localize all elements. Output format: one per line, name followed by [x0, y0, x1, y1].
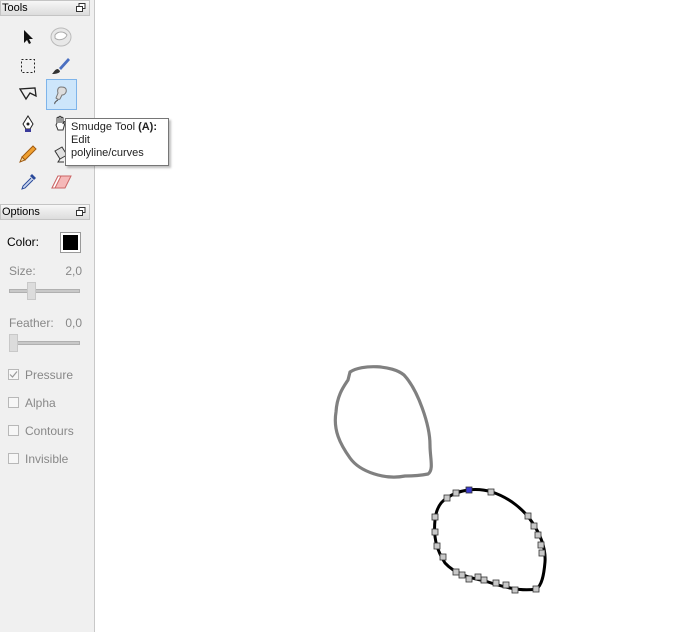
- tool-select[interactable]: [13, 23, 43, 51]
- tools-panel-header[interactable]: Tools: [0, 0, 90, 16]
- color-label: Color:: [7, 235, 40, 249]
- active-control-point[interactable]: [465, 486, 473, 494]
- control-point[interactable]: [458, 571, 466, 579]
- feather-slider-thumb[interactable]: [9, 334, 18, 352]
- control-point[interactable]: [431, 513, 439, 521]
- tool-eyedropper[interactable]: [13, 168, 43, 196]
- contours-label: Contours: [25, 424, 74, 438]
- size-value: 2,0: [65, 264, 82, 278]
- tool-brush[interactable]: [46, 52, 76, 80]
- control-point[interactable]: [474, 573, 482, 581]
- pen-icon: [22, 115, 34, 132]
- tools-panel-title: Tools: [2, 2, 28, 14]
- control-point[interactable]: [439, 553, 447, 561]
- alpha-checkbox[interactable]: [8, 397, 19, 408]
- float-panel-icon[interactable]: [76, 207, 86, 217]
- tool-transform[interactable]: [46, 23, 76, 51]
- feather-slider-track[interactable]: [9, 341, 80, 345]
- smudge-icon: [53, 85, 67, 104]
- control-point[interactable]: [433, 542, 441, 550]
- control-point[interactable]: [524, 512, 532, 520]
- control-point[interactable]: [492, 579, 500, 587]
- tooltip-shortcut: (A):: [138, 121, 158, 133]
- tool-eraser[interactable]: [46, 168, 76, 196]
- control-point[interactable]: [530, 522, 538, 530]
- control-point[interactable]: [511, 586, 519, 594]
- invisible-label: Invisible: [25, 452, 69, 466]
- control-point[interactable]: [487, 488, 495, 496]
- eyedropper-icon: [21, 174, 36, 190]
- options-panel-header[interactable]: Options: [0, 204, 90, 220]
- control-point[interactable]: [452, 568, 460, 576]
- pressure-label: Pressure: [25, 368, 74, 382]
- control-point[interactable]: [452, 489, 460, 497]
- left-dock: Tools Options Color: Size: 2,0 Feather: …: [0, 0, 95, 632]
- tool-smudge[interactable]: [46, 79, 77, 110]
- checkmark-icon: [9, 371, 18, 378]
- rectangle-select-icon: [21, 59, 35, 73]
- size-slider-thumb[interactable]: [27, 282, 36, 300]
- tool-lasso-select[interactable]: [13, 80, 43, 108]
- tooltip-tool-name: Smudge Tool: [71, 121, 136, 133]
- control-point[interactable]: [502, 581, 510, 589]
- pencil-icon: [19, 145, 37, 163]
- eraser-icon: [51, 175, 72, 189]
- lasso-select-icon: [19, 87, 37, 101]
- alpha-label: Alpha: [25, 396, 56, 410]
- control-point[interactable]: [431, 528, 439, 536]
- invisible-checkbox[interactable]: [8, 453, 19, 464]
- control-point[interactable]: [532, 585, 540, 593]
- brush-icon: [52, 58, 70, 74]
- contours-checkbox[interactable]: [8, 425, 19, 436]
- control-point[interactable]: [480, 576, 488, 584]
- tool-rectangle-select[interactable]: [13, 52, 43, 80]
- selected-stroke-shape[interactable]: [433, 488, 547, 592]
- arrow-select-icon: [24, 30, 33, 44]
- gray-stroke-shape[interactable]: [333, 365, 433, 479]
- feather-value: 0,0: [65, 316, 82, 330]
- control-point[interactable]: [538, 549, 546, 557]
- tool-pen[interactable]: [13, 110, 43, 138]
- size-slider-track[interactable]: [9, 289, 80, 293]
- stroke-control-points: [431, 486, 546, 594]
- control-point[interactable]: [465, 575, 473, 583]
- control-point[interactable]: [443, 494, 451, 502]
- feather-label: Feather:: [9, 316, 54, 330]
- tooltip-line-2: Edit: [71, 134, 90, 146]
- color-swatch-fill: [63, 235, 78, 250]
- drawing-canvas[interactable]: [0, 0, 682, 632]
- size-label: Size:: [9, 264, 36, 278]
- pressure-checkbox[interactable]: [8, 369, 19, 380]
- color-swatch[interactable]: [60, 232, 81, 253]
- tool-tooltip: Smudge Tool (A): Edit polyline/curves: [65, 118, 169, 166]
- control-point[interactable]: [534, 531, 542, 539]
- options-panel-title: Options: [2, 206, 40, 218]
- control-point[interactable]: [537, 541, 545, 549]
- tooltip-line-3: polyline/curves: [71, 147, 144, 159]
- tool-pencil[interactable]: [13, 140, 43, 168]
- transform-icon: [50, 27, 72, 47]
- float-panel-icon[interactable]: [76, 3, 86, 13]
